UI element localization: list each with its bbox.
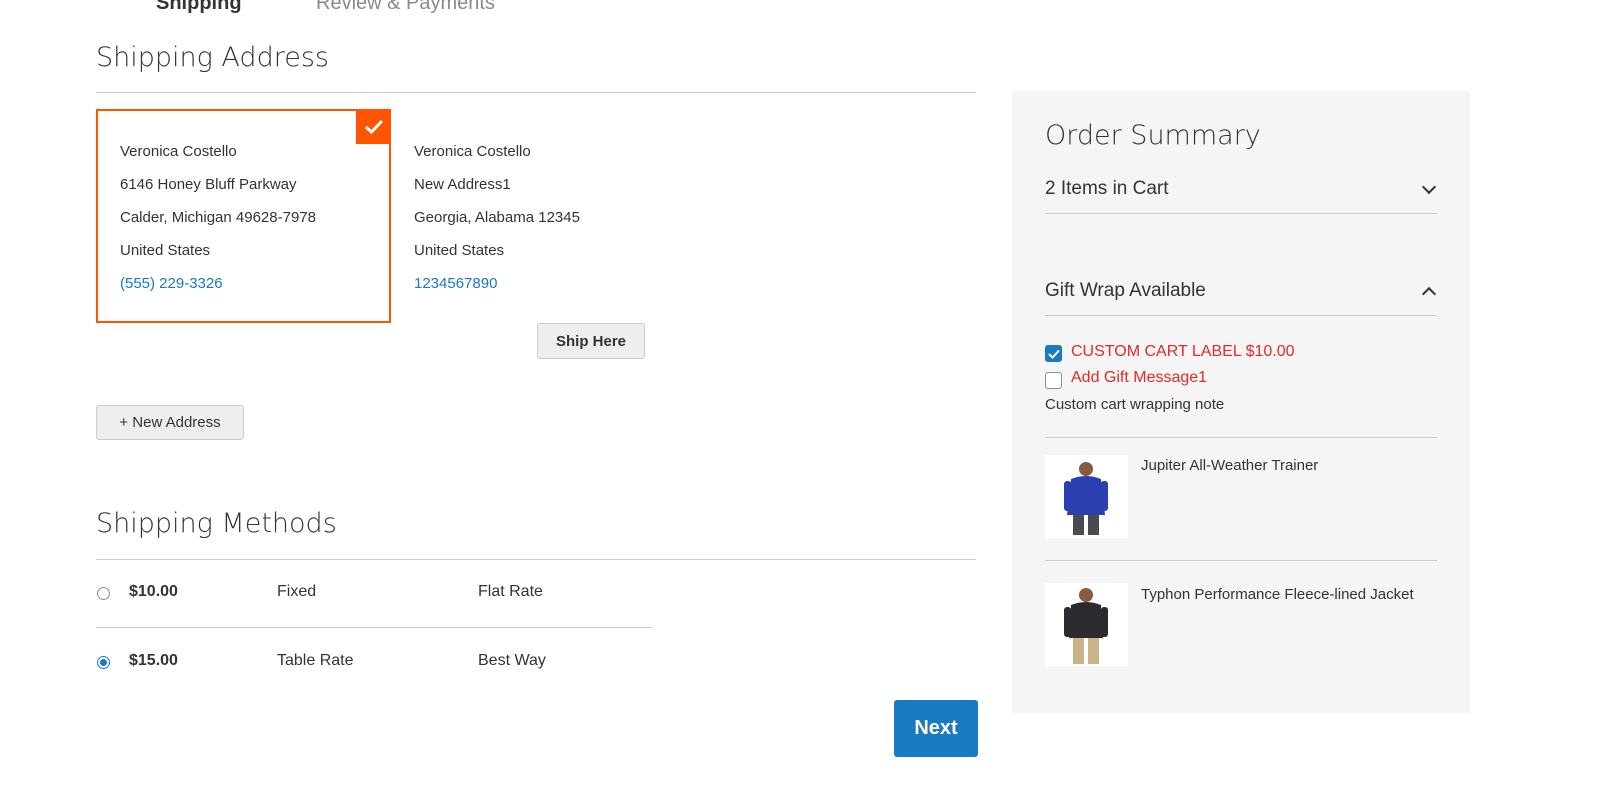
summary-divider xyxy=(1045,560,1437,561)
product-image-icon xyxy=(1064,588,1108,664)
method-carrier: Best Way xyxy=(478,652,546,669)
address-card: Veronica Costello New Address1 Georgia, … xyxy=(391,109,686,323)
order-summary-title: Order Summary xyxy=(1045,120,1261,151)
product-thumbnail[interactable] xyxy=(1045,455,1128,538)
product-image-icon xyxy=(1064,462,1108,535)
address-name: Veronica Costello xyxy=(414,143,531,160)
next-button[interactable]: Next xyxy=(894,700,978,757)
address-country: United States xyxy=(414,242,505,259)
gift-message-checkbox[interactable] xyxy=(1045,372,1062,389)
ship-here-button[interactable]: Ship Here xyxy=(537,323,645,359)
gift-message-label[interactable]: Add Gift Message1 xyxy=(1071,369,1207,387)
address-name: Veronica Costello xyxy=(120,143,237,160)
product-thumbnail[interactable] xyxy=(1045,583,1128,666)
shipping-method-radio-flatrate[interactable] xyxy=(97,587,110,600)
address-phone-link[interactable]: (555) 229-3326 xyxy=(120,275,223,292)
method-price: $10.00 xyxy=(129,583,178,600)
gift-wrap-label[interactable]: CUSTOM CART LABEL $10.00 xyxy=(1071,343,1295,361)
method-carrier: Flat Rate xyxy=(478,583,543,600)
items-in-cart-toggle[interactable]: 2 Items in Cart xyxy=(1045,178,1169,200)
address-street: New Address1 xyxy=(414,176,511,193)
product-name: Typhon Performance Fleece-lined Jacket xyxy=(1141,586,1414,603)
gift-wrap-note: Custom cart wrapping note xyxy=(1045,396,1225,413)
address-phone-link[interactable]: 1234567890 xyxy=(414,275,497,292)
method-title: Table Rate xyxy=(277,652,354,669)
shipping-address-title: Shipping Address xyxy=(96,42,329,73)
new-address-button[interactable]: + New Address xyxy=(96,405,244,440)
summary-divider xyxy=(1045,437,1437,438)
address-street: 6146 Honey Bluff Parkway xyxy=(120,176,297,193)
gift-wrap-divider xyxy=(1045,315,1437,316)
step-shipping: Shipping xyxy=(156,0,242,14)
shipping-methods-title: Shipping Methods xyxy=(96,508,337,539)
gift-wrap-toggle[interactable]: Gift Wrap Available xyxy=(1045,280,1206,302)
address-city: Calder, Michigan 49628-7978 xyxy=(120,209,316,226)
shipping-address-divider xyxy=(96,92,976,93)
method-price: $15.00 xyxy=(129,652,178,669)
address-city: Georgia, Alabama 12345 xyxy=(414,209,580,226)
shipping-method-radio-tablerate[interactable] xyxy=(97,656,110,669)
address-country: United States xyxy=(120,242,211,259)
method-divider xyxy=(96,627,652,628)
summary-divider xyxy=(1045,213,1437,214)
step-review-payments[interactable]: Review & Payments xyxy=(316,0,495,15)
check-icon xyxy=(356,109,391,144)
product-name: Jupiter All-Weather Trainer xyxy=(1141,457,1319,474)
shipping-methods-divider xyxy=(96,559,976,560)
gift-wrap-checkbox[interactable] xyxy=(1045,345,1062,362)
address-card-selected[interactable]: Veronica Costello 6146 Honey Bluff Parkw… xyxy=(96,109,391,323)
method-title: Fixed xyxy=(277,583,317,600)
